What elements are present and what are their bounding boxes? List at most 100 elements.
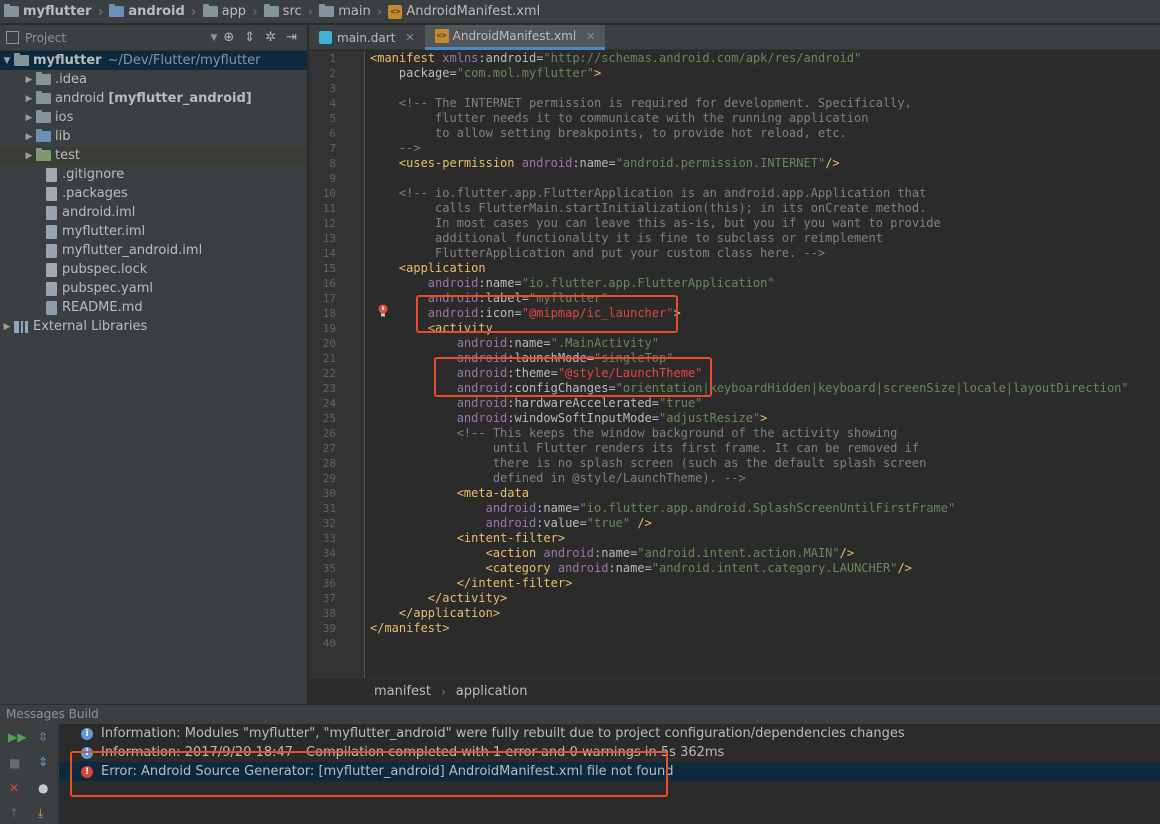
line-number: 18 [322, 307, 336, 320]
expand-arrow-icon[interactable]: ▶ [22, 94, 36, 104]
breadcrumb-app[interactable]: app › [202, 0, 264, 24]
breadcrumb-project[interactable]: myflutter › [4, 0, 109, 24]
line-number: 36 [322, 577, 336, 590]
tree-item-pubspec-lock[interactable]: pubspec.lock [0, 260, 307, 279]
tree-item-packages[interactable]: .packages [0, 184, 307, 203]
breadcrumb-label: main [338, 4, 371, 19]
line-number: 20 [322, 337, 336, 350]
folder-icon [36, 72, 51, 85]
tree-item-test[interactable]: ▶ test [0, 146, 307, 165]
tree-root-myflutter[interactable]: ▼ myflutter ~/Dev/Flutter/myflutter [0, 51, 307, 70]
file-icon [46, 262, 57, 277]
tree-item-label: myflutter.iml [62, 224, 146, 239]
close-icon[interactable]: ✕ [9, 781, 19, 795]
tree-item-label: test [55, 148, 80, 163]
iml-file-icon [46, 224, 57, 239]
locate-file-icon[interactable]: ⊕ [223, 30, 234, 45]
breadcrumb-src[interactable]: src › [263, 0, 320, 24]
code-line: <uses-permission android:name="android.p… [398, 156, 840, 170]
yaml-file-icon [46, 281, 57, 296]
library-icon [14, 320, 28, 333]
expand-arrow-icon[interactable]: ▶ [22, 113, 36, 123]
breadcrumb-android[interactable]: android › [109, 0, 202, 24]
code-line: </activity> [427, 591, 508, 605]
expand-arrow-icon[interactable]: ▶ [22, 151, 36, 161]
lightbulb-icon[interactable] [377, 304, 389, 318]
code-editor[interactable]: 1 2 3 4 5 6 7 8 9 10 11 12 13 14 15 16 17 18 19 20 21 22 23 24 2… [309, 51, 1160, 678]
tree-item-label: android [55, 91, 105, 106]
project-panel-title[interactable]: Project [25, 31, 66, 45]
file-icon [46, 167, 57, 182]
breadcrumb-main[interactable]: main › [319, 0, 388, 24]
tree-item-label: ios [55, 110, 74, 125]
expand-arrow-icon[interactable]: ▶ [0, 322, 14, 332]
tree-item-module-name: [myflutter_android] [108, 91, 252, 106]
folder-icon [263, 4, 279, 17]
close-icon[interactable]: ✕ [586, 30, 595, 43]
code-line: FlutterApplication and put your custom c… [370, 246, 826, 260]
message-row[interactable]: i Information: Modules "myflutter", "myf… [59, 724, 1160, 743]
test-folder-icon [36, 148, 51, 161]
code-line: additional functionality it is fine to s… [370, 231, 883, 245]
tree-root-path: ~/Dev/Flutter/myflutter [107, 53, 261, 68]
tree-item-external-libraries[interactable]: ▶ External Libraries [0, 317, 307, 336]
tree-item-gitignore[interactable]: .gitignore [0, 165, 307, 184]
rerun-icon[interactable]: ▶▶ [8, 730, 26, 744]
gear-icon[interactable]: ✲ [265, 30, 276, 45]
line-number: 22 [322, 367, 336, 380]
editor-breadcrumb-item[interactable]: manifest [374, 684, 431, 699]
tree-item-readme[interactable]: README.md [0, 298, 307, 317]
stop-icon[interactable]: ■ [9, 756, 20, 770]
tree-item-myflutter-android-iml[interactable]: myflutter_android.iml [0, 241, 307, 260]
breadcrumb-file[interactable]: <> AndroidManifest.xml [388, 0, 540, 24]
line-number: 4 [329, 97, 336, 110]
close-icon[interactable]: ✕ [405, 31, 414, 44]
collapse-all-icon[interactable]: ⇕ [244, 30, 255, 45]
tree-item-pubspec-yaml[interactable]: pubspec.yaml [0, 279, 307, 298]
line-number: 29 [322, 472, 336, 485]
tab-main-dart[interactable]: main.dart ✕ [309, 25, 425, 50]
folder-icon [319, 4, 335, 17]
collapse-all-icon[interactable]: ⇕ [38, 755, 48, 769]
line-number: 17 [322, 292, 336, 305]
code-line: flutter needs it to communicate with the… [370, 111, 869, 125]
line-number: 21 [322, 352, 336, 365]
expand-arrow-icon[interactable]: ▶ [22, 132, 36, 142]
hide-panel-icon[interactable]: ⇥ [286, 30, 297, 45]
tree-item-label: .packages [62, 186, 128, 201]
editor-breadcrumb-item[interactable]: application [456, 684, 528, 699]
tree-item-lib[interactable]: ▶ lib [0, 127, 307, 146]
breadcrumb-label: android [128, 4, 185, 19]
line-number: 23 [322, 382, 336, 395]
tree-item-label: myflutter_android.iml [62, 243, 203, 258]
tree-item-label: android.iml [62, 205, 136, 220]
tree-item-android[interactable]: ▶ android [myflutter_android] [0, 89, 307, 108]
xml-file-icon: <> [434, 29, 449, 43]
highlight-box-icon-attribute [416, 295, 678, 333]
panel-title: Messages Build [6, 707, 99, 721]
chevron-right-icon: › [190, 3, 197, 20]
expand-arrow-icon[interactable]: ▼ [0, 56, 14, 66]
code-line: </application> [398, 606, 501, 620]
up-arrow-icon[interactable]: ↑ [9, 806, 19, 820]
chevron-right-icon: › [252, 3, 258, 20]
tab-android-manifest[interactable]: <> AndroidManifest.xml ✕ [424, 25, 606, 50]
expand-all-icon[interactable]: ⇳ [38, 730, 48, 744]
code-line: </intent-filter> [456, 576, 573, 590]
tree-item-myflutter-iml[interactable]: myflutter.iml [0, 222, 307, 241]
iml-file-icon [46, 243, 57, 258]
expand-arrow-icon[interactable]: ▶ [22, 75, 36, 85]
tree-item-idea[interactable]: ▶ .idea [0, 70, 307, 89]
line-number: 8 [329, 157, 336, 170]
show-errors-icon[interactable]: ● [38, 781, 48, 795]
code-area[interactable]: <manifest xmlns:android="http://schemas.… [370, 51, 1160, 651]
export-icon[interactable]: ⤓ [38, 806, 43, 821]
code-line: <!-- The INTERNET permission is required… [398, 96, 912, 110]
tree-item-android-iml[interactable]: android.iml [0, 203, 307, 222]
dropdown-arrow-icon[interactable]: ▼ [210, 33, 217, 43]
tab-label: AndroidManifest.xml [452, 29, 577, 43]
project-panel-header: Project ▼ ⊕ ⇕ ✲ ⇥ [0, 25, 307, 51]
line-number: 6 [329, 127, 336, 140]
tree-item-ios[interactable]: ▶ ios [0, 108, 307, 127]
line-number-gutter: 1 2 3 4 5 6 7 8 9 10 11 12 13 14 15 16 17 18 19 20 21 22 23 24 2… [309, 51, 365, 678]
